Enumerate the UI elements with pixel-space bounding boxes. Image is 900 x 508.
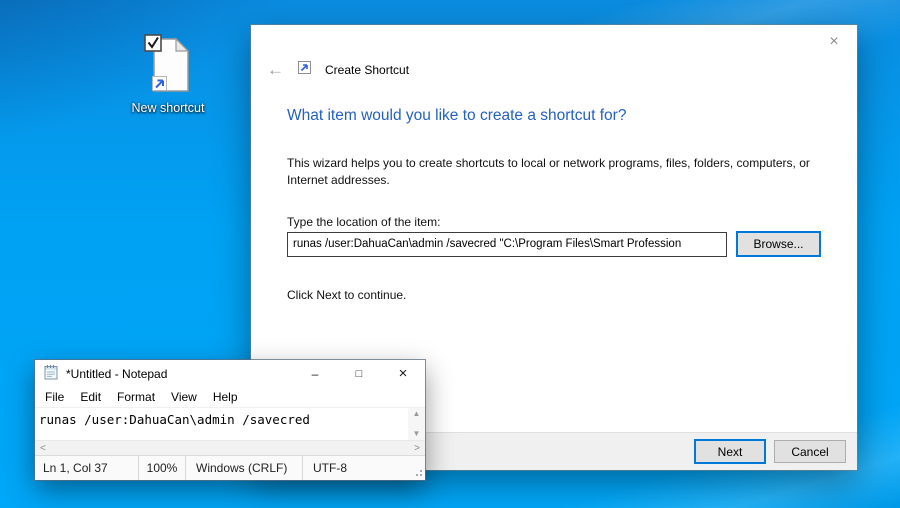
desktop-icon-new-shortcut[interactable]: New shortcut	[128, 34, 208, 115]
close-icon[interactable]: ×	[824, 32, 844, 52]
browse-button[interactable]: Browse...	[736, 231, 821, 257]
scroll-right-icon[interactable]: >	[414, 443, 420, 454]
location-label: Type the location of the item:	[287, 215, 441, 229]
scroll-down-icon[interactable]: ▼	[413, 430, 421, 438]
status-zoom-level: 100%	[138, 456, 185, 480]
notepad-text-content[interactable]: runas /user:DahuaCan\admin /savecred	[35, 408, 408, 440]
menu-help[interactable]: Help	[205, 390, 246, 404]
maximize-icon[interactable]: □	[337, 360, 381, 387]
menu-view[interactable]: View	[163, 390, 205, 404]
wizard-header: ← Create Shortcut	[263, 61, 409, 79]
notepad-title: *Untitled - Notepad	[66, 366, 168, 381]
back-arrow-icon[interactable]: ←	[263, 61, 288, 79]
scroll-left-icon[interactable]: <	[40, 443, 46, 454]
location-input[interactable]	[287, 231, 727, 257]
notepad-menubar: File Edit Format View Help	[35, 387, 425, 407]
status-line-ending: Windows (CRLF)	[185, 456, 302, 480]
minimize-icon[interactable]: –	[293, 360, 337, 387]
desktop-icon-label: New shortcut	[131, 101, 205, 115]
menu-file[interactable]: File	[37, 390, 72, 404]
close-icon[interactable]: ×	[381, 360, 425, 387]
shortcut-overlay-icon	[298, 61, 311, 79]
location-row: Browse...	[287, 231, 821, 257]
status-encoding: UTF-8	[302, 456, 425, 480]
notepad-edit-area: runas /user:DahuaCan\admin /savecred ▲ ▼	[35, 407, 425, 440]
next-button[interactable]: Next	[694, 439, 766, 464]
status-cursor-position: Ln 1, Col 37	[43, 461, 108, 475]
wizard-heading: What item would you like to create a sho…	[287, 107, 627, 124]
cancel-button[interactable]: Cancel	[774, 440, 846, 463]
wizard-title: Create Shortcut	[325, 63, 410, 77]
notepad-statusbar: Ln 1, Col 37 100% Windows (CRLF) UTF-8	[35, 455, 425, 480]
menu-format[interactable]: Format	[109, 390, 163, 404]
resize-grip[interactable]	[413, 467, 423, 477]
scroll-up-icon[interactable]: ▲	[413, 410, 421, 418]
desktop: New shortcut × ← Create Shortcut What it…	[0, 0, 900, 508]
notepad-window: *Untitled - Notepad – □ × File Edit Form…	[35, 360, 425, 480]
menu-edit[interactable]: Edit	[72, 390, 109, 404]
horizontal-scrollbar[interactable]: < >	[35, 440, 425, 455]
notepad-window-controls: – □ ×	[293, 360, 425, 387]
vertical-scrollbar[interactable]: ▲ ▼	[408, 408, 425, 440]
shortcut-file-icon	[140, 34, 196, 99]
notepad-titlebar[interactable]: *Untitled - Notepad – □ ×	[35, 360, 425, 387]
wizard-description: This wizard helps you to create shortcut…	[287, 156, 810, 187]
notepad-app-icon	[43, 364, 59, 383]
wizard-hint: Click Next to continue.	[287, 288, 407, 302]
